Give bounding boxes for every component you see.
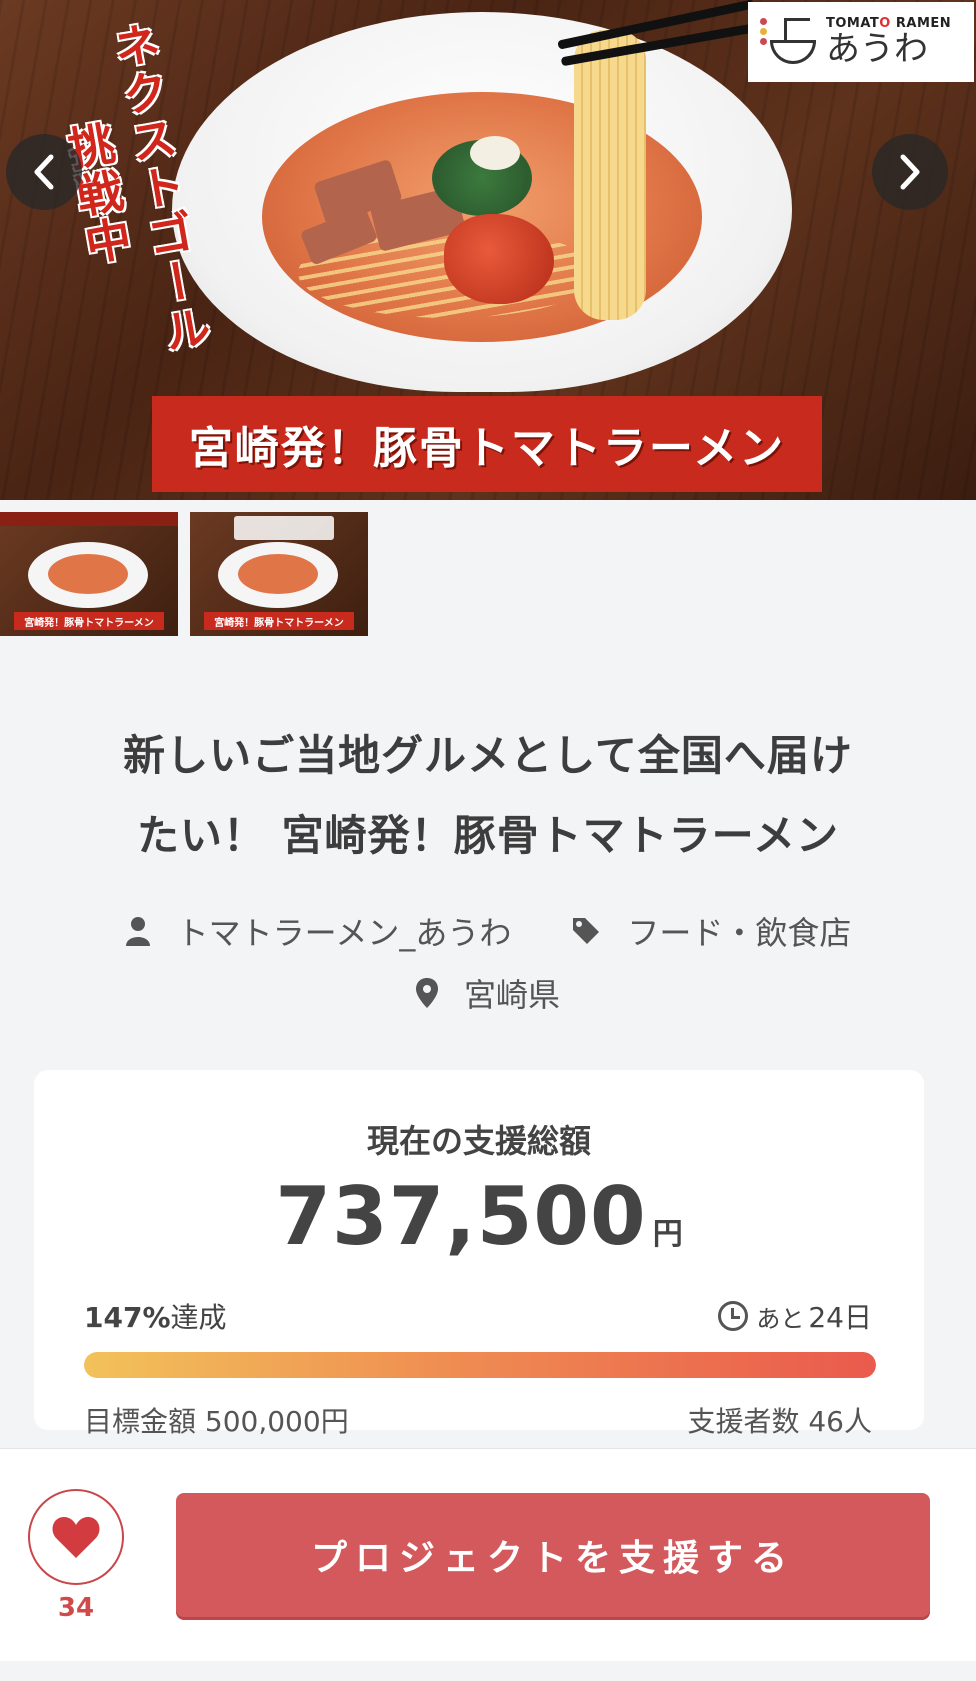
- location-name: 宮崎県: [463, 976, 560, 1014]
- project-location[interactable]: 宮崎県: [415, 970, 560, 1016]
- progress-bar: [84, 1352, 876, 1378]
- thumbnail-banner: 宮崎発！豚骨トマトラーメン: [14, 612, 164, 630]
- backers-count: 支援者数 46人: [687, 1405, 872, 1438]
- amount-unit: 円: [652, 1217, 683, 1252]
- favorite-count: 34: [57, 1593, 95, 1623]
- favorite-button[interactable]: [28, 1489, 124, 1585]
- tag-icon: [571, 916, 601, 946]
- remaining-days: あと 24日: [718, 1296, 872, 1336]
- carousel-next-button[interactable]: [872, 134, 948, 210]
- chevron-right-icon: [900, 154, 920, 190]
- hero-image-carousel: ネクストゴール 挑戦中 宮崎発！豚骨トマトラーメン TOMATO RAMEN あ…: [0, 0, 976, 500]
- project-title: 新しいご当地グルメとして全国へ届け たい！ 宮崎発！豚骨トマトラーメン: [40, 716, 936, 876]
- thumbnail-1[interactable]: 宮崎発！豚骨トマトラーメン: [0, 512, 178, 636]
- support-project-button[interactable]: プロジェクトを支援する: [176, 1493, 930, 1617]
- remaining-prefix: あと: [756, 1304, 805, 1333]
- goal-amount: 目標金額 500,000円: [84, 1405, 349, 1438]
- amount-value: 737,500: [275, 1170, 647, 1263]
- category-name: フード・飲食店: [627, 914, 852, 952]
- tomato-topping: [444, 214, 554, 304]
- cheese-topping: [470, 136, 520, 170]
- thumbnail-2[interactable]: 宮崎発！豚骨トマトラーメン: [190, 512, 368, 636]
- total-support-label: 現在の支援総額: [366, 1122, 591, 1160]
- project-title-line1: 新しいご当地グルメとして全国へ届け: [123, 731, 853, 780]
- owner-name: トマトラーメン_あうわ: [176, 914, 512, 952]
- logo-japanese: あうわ: [826, 28, 928, 69]
- brand-logo: TOMATO RAMEN あうわ: [748, 2, 974, 82]
- thumbnail-strip: 宮崎発！豚骨トマトラーメン 宮崎発！豚骨トマトラーメン: [0, 512, 380, 636]
- bowl-logo-icon: [760, 14, 818, 70]
- carousel-prev-button[interactable]: [6, 134, 82, 210]
- clock-icon: [718, 1301, 749, 1331]
- project-location-row: 宮崎県: [0, 968, 976, 1018]
- project-title-line2: たい！ 宮崎発！豚骨トマトラーメン: [137, 811, 839, 860]
- progress-fill: [84, 1352, 876, 1378]
- remaining-days-value: 24日: [808, 1301, 872, 1334]
- achievement-rate: 147%達成: [84, 1296, 227, 1336]
- hero-banner: 宮崎発！豚骨トマトラーメン: [152, 396, 822, 492]
- map-pin-icon: [415, 978, 438, 1008]
- achievement-suffix: 達成: [170, 1301, 227, 1334]
- user-icon: [125, 916, 151, 946]
- funding-card: 現在の支援総額 737,500 円 147%達成 あと 24日 目標金額 500,…: [34, 1070, 924, 1438]
- project-meta: トマトラーメン_あうわ フード・飲食店: [0, 906, 976, 956]
- bar-footer: [0, 1661, 976, 1681]
- heart-icon: [52, 1517, 100, 1558]
- thumbnail-banner: 宮崎発！豚骨トマトラーメン: [204, 612, 354, 630]
- lifted-noodles: [574, 30, 646, 320]
- total-support-amount: 737,500 円: [34, 1170, 924, 1263]
- chevron-left-icon: [34, 154, 54, 190]
- hero-banner-text: 宮崎発！豚骨トマトラーメン: [188, 423, 786, 474]
- bottom-action-bar: 34 プロジェクトを支援する: [0, 1448, 976, 1681]
- project-owner[interactable]: トマトラーメン_あうわ: [125, 908, 512, 954]
- project-category[interactable]: フード・飲食店: [571, 908, 851, 954]
- achievement-percent: 147%: [84, 1301, 171, 1334]
- vertical-promo-text: ネクストゴール 挑戦中: [58, 12, 215, 372]
